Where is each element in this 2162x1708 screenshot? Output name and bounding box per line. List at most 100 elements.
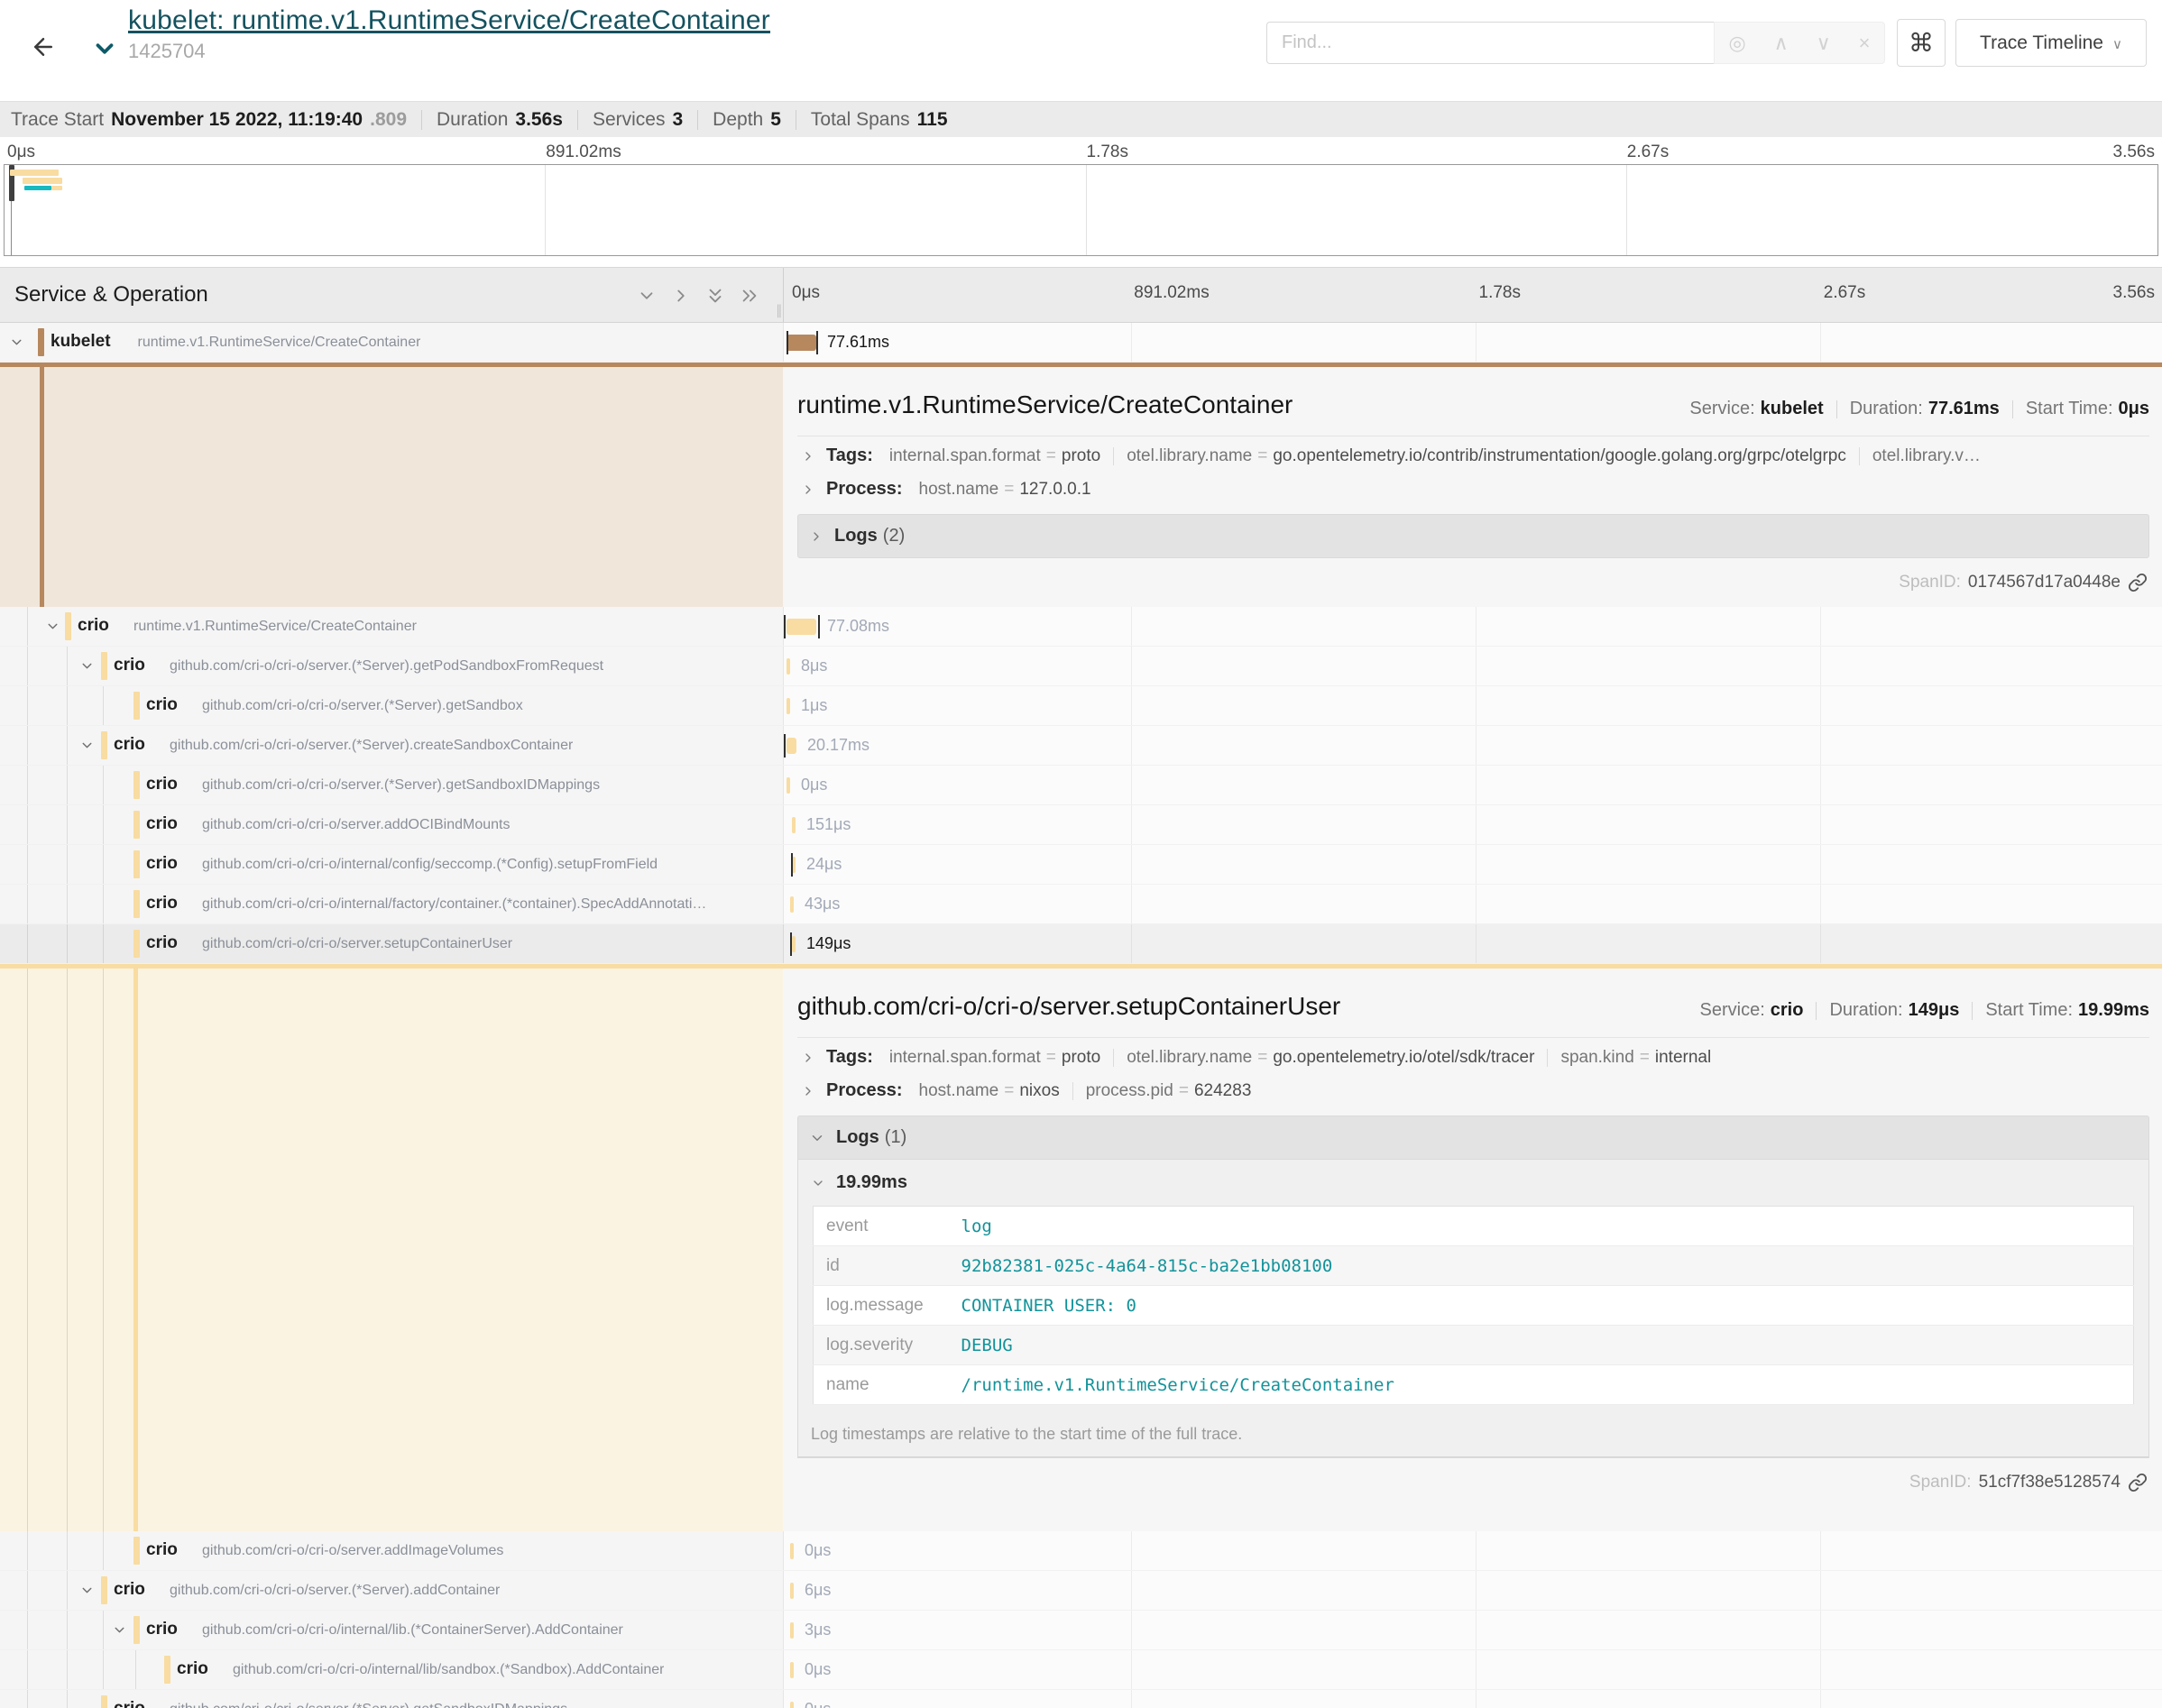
- service-name: crio: [146, 1540, 178, 1560]
- process-accordion[interactable]: Process: host.name=nixosprocess.pid=6242…: [797, 1071, 2149, 1105]
- span-duration-bar[interactable]: [787, 777, 790, 794]
- logs-accordion[interactable]: Logs (2): [797, 514, 2149, 558]
- span-row[interactable]: criogithub.com/cri-o/cri-o/server.(*Serv…: [0, 766, 2162, 805]
- tree-guide-line: [27, 647, 28, 685]
- span-row[interactable]: criogithub.com/cri-o/cri-o/internal/lib/…: [0, 1650, 2162, 1690]
- divider: [1113, 447, 1114, 465]
- tag-item[interactable]: span.kind=internal: [1560, 1048, 1711, 1068]
- expand-all-icon[interactable]: [740, 284, 759, 308]
- span-duration-label: 6μs: [805, 1581, 831, 1600]
- link-icon[interactable]: [2128, 1473, 2148, 1492]
- collapse-one-icon[interactable]: [637, 284, 657, 308]
- find-clear-icon[interactable]: ×: [1859, 33, 1871, 53]
- locate-icon[interactable]: ◎: [1728, 33, 1745, 53]
- tag-value: 624283: [1194, 1081, 1251, 1100]
- span-row[interactable]: criogithub.com/cri-o/cri-o/server.setupC…: [0, 924, 2162, 964]
- tag-item[interactable]: host.name=nixos: [919, 1081, 1060, 1101]
- link-icon[interactable]: [2128, 573, 2148, 592]
- minimap-span-bar: [23, 178, 62, 184]
- span-duration-bar[interactable]: [790, 1543, 794, 1559]
- process-list: host.name=nixos process.pid=624283: [919, 1081, 1252, 1101]
- chevron-right-icon: [801, 481, 815, 499]
- span-detail-meta: Service:kubelet Duration:77.61ms Start T…: [1689, 399, 2149, 419]
- operation-name: github.com/cri-o/cri-o/server.(*Server).…: [202, 698, 523, 714]
- span-duration-bar[interactable]: [790, 1583, 794, 1599]
- span-expander-chevron-down-icon[interactable]: [79, 658, 95, 674]
- span-duration-bar[interactable]: [787, 619, 816, 635]
- log-entry-accordion[interactable]: 19.99ms: [798, 1160, 2148, 1202]
- span-duration-bar[interactable]: [787, 658, 790, 675]
- span-row[interactable]: criogithub.com/cri-o/cri-o/internal/conf…: [0, 845, 2162, 885]
- trace-collapse-toggle[interactable]: [87, 31, 123, 67]
- span-row[interactable]: criogithub.com/cri-o/cri-o/server.(*Serv…: [0, 1571, 2162, 1611]
- logs-accordion[interactable]: Logs (1): [797, 1116, 2149, 1160]
- span-row[interactable]: criogithub.com/cri-o/cri-o/server.addOCI…: [0, 805, 2162, 845]
- tree-guide-line: [67, 845, 68, 884]
- span-row[interactable]: criogithub.com/cri-o/cri-o/internal/lib.…: [0, 1611, 2162, 1650]
- log-field-key: event: [814, 1207, 949, 1246]
- trace-title-link[interactable]: kubelet: runtime.v1.RuntimeService/Creat…: [128, 5, 770, 36]
- timeline-grid-header: Service & Operation ∥ 0μs891.02ms1.78s2.…: [0, 267, 2162, 323]
- log-marker-tick: [784, 615, 786, 638]
- tag-item[interactable]: host.name=127.0.0.1: [919, 480, 1091, 500]
- total-spans-label: Total Spans: [811, 109, 910, 131]
- expand-one-icon[interactable]: [671, 284, 691, 308]
- find-next-icon[interactable]: ∨: [1817, 33, 1831, 53]
- service-color-bar: [133, 811, 140, 839]
- span-duration-bar[interactable]: [792, 936, 796, 952]
- span-duration-bar[interactable]: [787, 335, 816, 351]
- view-selector-label: Trace Timeline: [1980, 32, 2103, 54]
- span-row[interactable]: crio github.com/cri-o/cri-o/server.(*Serv…: [0, 686, 2162, 726]
- process-accordion[interactable]: Process: host.name=127.0.0.1: [797, 470, 2149, 503]
- span-duration-label: 0μs: [801, 776, 827, 794]
- span-row[interactable]: criogithub.com/cri-o/cri-o/server.(*Serv…: [0, 647, 2162, 686]
- span-row[interactable]: criogithub.com/cri-o/cri-o/server.addIma…: [0, 1531, 2162, 1571]
- tag-item[interactable]: otel.library.name=go.opentelemetry.io/ot…: [1127, 1048, 1534, 1068]
- span-row[interactable]: criogithub.com/cri-o/cri-o/server.(*Serv…: [0, 726, 2162, 766]
- span-expander-chevron-down-icon[interactable]: [112, 1622, 127, 1638]
- log-field-row: id92b82381-025c-4a64-815c-ba2e1bb08100: [814, 1246, 2134, 1286]
- find-input[interactable]: [1266, 22, 1714, 64]
- view-selector-button[interactable]: Trace Timeline ∨: [1955, 19, 2147, 67]
- tag-item[interactable]: otel.library.name=go.opentelemetry.io/co…: [1127, 446, 1846, 466]
- span-row[interactable]: criogithub.com/cri-o/cri-o/server.(*Serv…: [0, 1690, 2162, 1708]
- span-duration-label: 77.08ms: [827, 617, 889, 636]
- find-prev-icon[interactable]: ∧: [1774, 33, 1789, 53]
- span-expander-chevron-down-icon[interactable]: [9, 335, 24, 350]
- tag-item[interactable]: otel.library.v…: [1872, 446, 1981, 466]
- service-color-bar: [133, 930, 140, 958]
- logs-count: (2): [883, 526, 905, 546]
- span-duration-bar[interactable]: [790, 1662, 794, 1678]
- span-duration-bar[interactable]: [787, 698, 790, 714]
- tag-item[interactable]: internal.span.format=proto: [889, 1048, 1100, 1068]
- span-detail-panel-crio: github.com/cri-o/cri-o/server.setupConta…: [0, 964, 2162, 1531]
- service-name: crio: [146, 695, 178, 715]
- span-duration-bar[interactable]: [787, 738, 796, 754]
- tag-item[interactable]: internal.span.format=proto: [889, 446, 1100, 466]
- tags-accordion[interactable]: Tags: internal.span.format=protootel.lib…: [797, 1038, 2149, 1071]
- collapse-all-icon[interactable]: [705, 284, 725, 308]
- span-duration-bar[interactable]: [792, 817, 796, 833]
- trace-minimap[interactable]: [4, 164, 2158, 256]
- span-row[interactable]: kubeletruntime.v1.RuntimeService/CreateC…: [0, 323, 2162, 363]
- back-button[interactable]: [20, 23, 67, 70]
- log-field-value: 92b82381-025c-4a64-815c-ba2e1bb08100: [949, 1246, 2134, 1286]
- tags-accordion[interactable]: Tags: internal.span.format=protootel.lib…: [797, 436, 2149, 470]
- grid-tick-label: 0μs: [792, 283, 820, 303]
- span-duration-bar[interactable]: [790, 896, 794, 913]
- span-row[interactable]: criogithub.com/cri-o/cri-o/internal/fact…: [0, 885, 2162, 924]
- service-name: crio: [114, 1699, 145, 1708]
- span-duration-bar[interactable]: [790, 1622, 794, 1639]
- span-duration-label: 149μs: [806, 934, 851, 953]
- span-expander-chevron-down-icon[interactable]: [79, 738, 95, 753]
- span-row[interactable]: crioruntime.v1.RuntimeService/CreateCont…: [0, 607, 2162, 647]
- span-duration-bar[interactable]: [790, 1702, 794, 1708]
- span-expander-chevron-down-icon[interactable]: [45, 619, 60, 634]
- tree-guide-line: [103, 766, 104, 804]
- tag-item[interactable]: process.pid=624283: [1086, 1081, 1252, 1101]
- keyboard-shortcuts-button[interactable]: ⌘: [1897, 19, 1946, 67]
- span-expander-chevron-down-icon[interactable]: [79, 1583, 95, 1598]
- tree-guide-line: [27, 1531, 28, 1570]
- tag-key: otel.library.name: [1127, 1048, 1252, 1067]
- service-name: crio: [114, 1580, 145, 1600]
